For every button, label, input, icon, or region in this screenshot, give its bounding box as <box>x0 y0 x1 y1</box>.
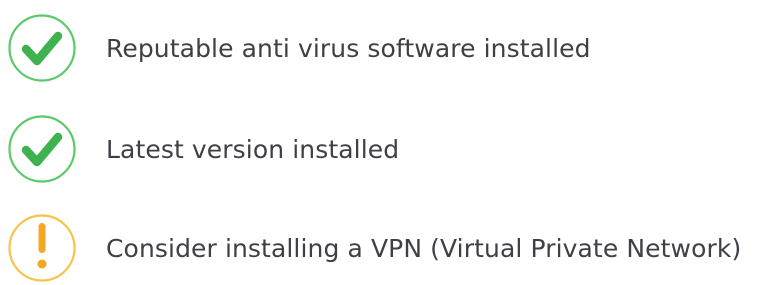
checklist-item-antivirus: Reputable anti virus software installed <box>6 12 777 84</box>
check-circle-icon <box>6 113 84 185</box>
checklist-item-label: Latest version installed <box>106 135 400 164</box>
check-circle-icon <box>6 12 84 84</box>
security-checklist: Reputable anti virus software installed … <box>0 0 777 282</box>
checklist-item-vpn: Consider installing a VPN (Virtual Priva… <box>6 212 777 284</box>
checklist-item-label: Consider installing a VPN (Virtual Priva… <box>106 234 742 263</box>
checklist-item-label: Reputable anti virus software installed <box>106 34 591 63</box>
exclamation-circle-icon <box>6 212 84 284</box>
checklist-item-latest-version: Latest version installed <box>6 113 777 185</box>
